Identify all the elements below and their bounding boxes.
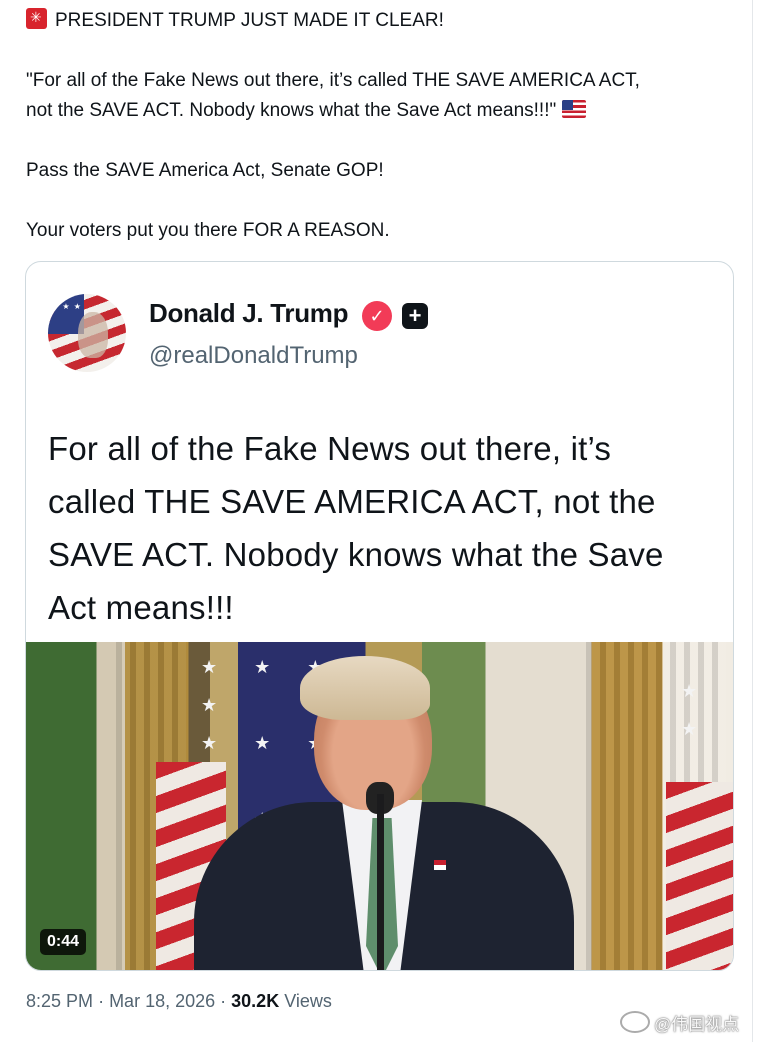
meta-separator: · <box>98 991 110 1011</box>
views-count: 30.2K <box>231 991 280 1011</box>
us-flag-icon <box>562 100 587 118</box>
quoted-author-name[interactable]: Donald J. Trump <box>149 298 348 329</box>
avatar[interactable] <box>48 294 126 372</box>
meta-separator: · <box>220 991 232 1011</box>
views-label: Views <box>284 991 332 1011</box>
column-border <box>752 0 753 1042</box>
video-player[interactable]: ★ ★ ★ ★★ ★ ★ ★★ ★ ★ ★ ★★ 0:44 <box>26 642 733 970</box>
quote-line-2: not the SAVE ACT. Nobody knows what the … <box>26 100 557 121</box>
quoted-body-line: called THE SAVE AMERICA ACT, not the <box>48 483 656 520</box>
post-meta: 8:25 PM · Mar 18, 2026 · 30.2K Views <box>26 991 332 1012</box>
weibo-icon <box>620 1011 650 1033</box>
quoted-body-line: SAVE ACT. Nobody knows what the Save <box>48 536 664 573</box>
quoted-post-card[interactable]: Donald J. Trump ✓ + @realDonaldTrump For… <box>25 261 734 971</box>
post-text: PRESIDENT TRUMP JUST MADE IT CLEAR! "For… <box>26 6 726 276</box>
quoted-body-line: For all of the Fake News out there, it’s <box>48 430 612 467</box>
flag-stars-right: ★ ★ <box>681 681 714 739</box>
quoted-author-handle[interactable]: @realDonaldTrump <box>149 342 358 370</box>
lapel-pin <box>434 860 446 870</box>
post-call-to-action: Pass the SAVE America Act, Senate GOP! <box>26 160 384 181</box>
post-closing-line: Your voters put you there FOR A REASON. <box>26 220 390 241</box>
watermark: @伟国视点 <box>620 1010 739 1035</box>
quote-line-1: "For all of the Fake News out there, it’… <box>26 70 640 91</box>
speaker-hair <box>300 656 430 720</box>
quoted-body-line: Act means!!! <box>48 589 234 626</box>
post-headline: PRESIDENT TRUMP JUST MADE IT CLEAR! <box>26 6 726 36</box>
police-light-icon <box>26 7 47 29</box>
post-date[interactable]: Mar 18, 2026 <box>109 991 215 1011</box>
flag-stripes-right <box>666 782 733 970</box>
video-duration-badge: 0:44 <box>40 929 87 955</box>
watermark-text: @伟国视点 <box>654 1015 740 1034</box>
verified-badge-icon: ✓ <box>362 301 392 331</box>
post-time[interactable]: 8:25 PM <box>26 991 93 1011</box>
microphone-stand <box>377 794 384 970</box>
avatar-face <box>78 312 108 358</box>
plus-badge-icon: + <box>402 303 428 329</box>
quoted-post-body: For all of the Fake News out there, it’s… <box>48 422 718 634</box>
headline-text: PRESIDENT TRUMP JUST MADE IT CLEAR! <box>55 10 444 31</box>
post-quote-paragraph: "For all of the Fake News out there, it’… <box>26 66 726 126</box>
